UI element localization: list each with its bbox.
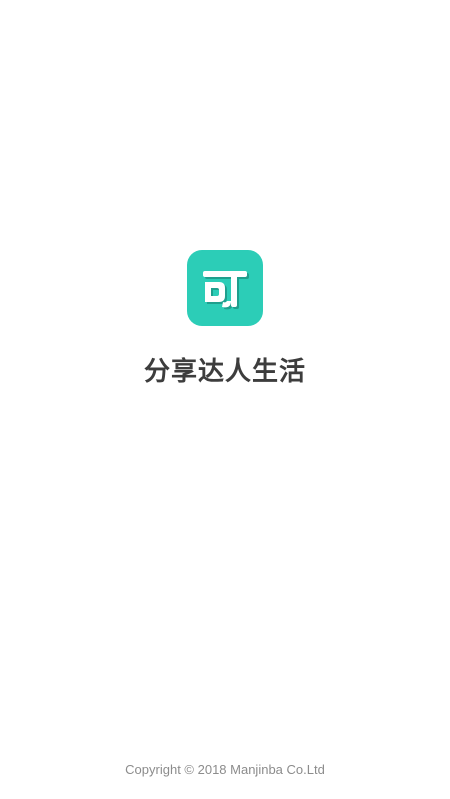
app-logo-icon [187,250,263,326]
app-slogan: 分享达人生活 [143,357,306,387]
copyright-text: Copyright © 2018 Manjinba Co.Ltd [125,762,325,777]
ke-glyph-logo-icon [187,250,263,326]
